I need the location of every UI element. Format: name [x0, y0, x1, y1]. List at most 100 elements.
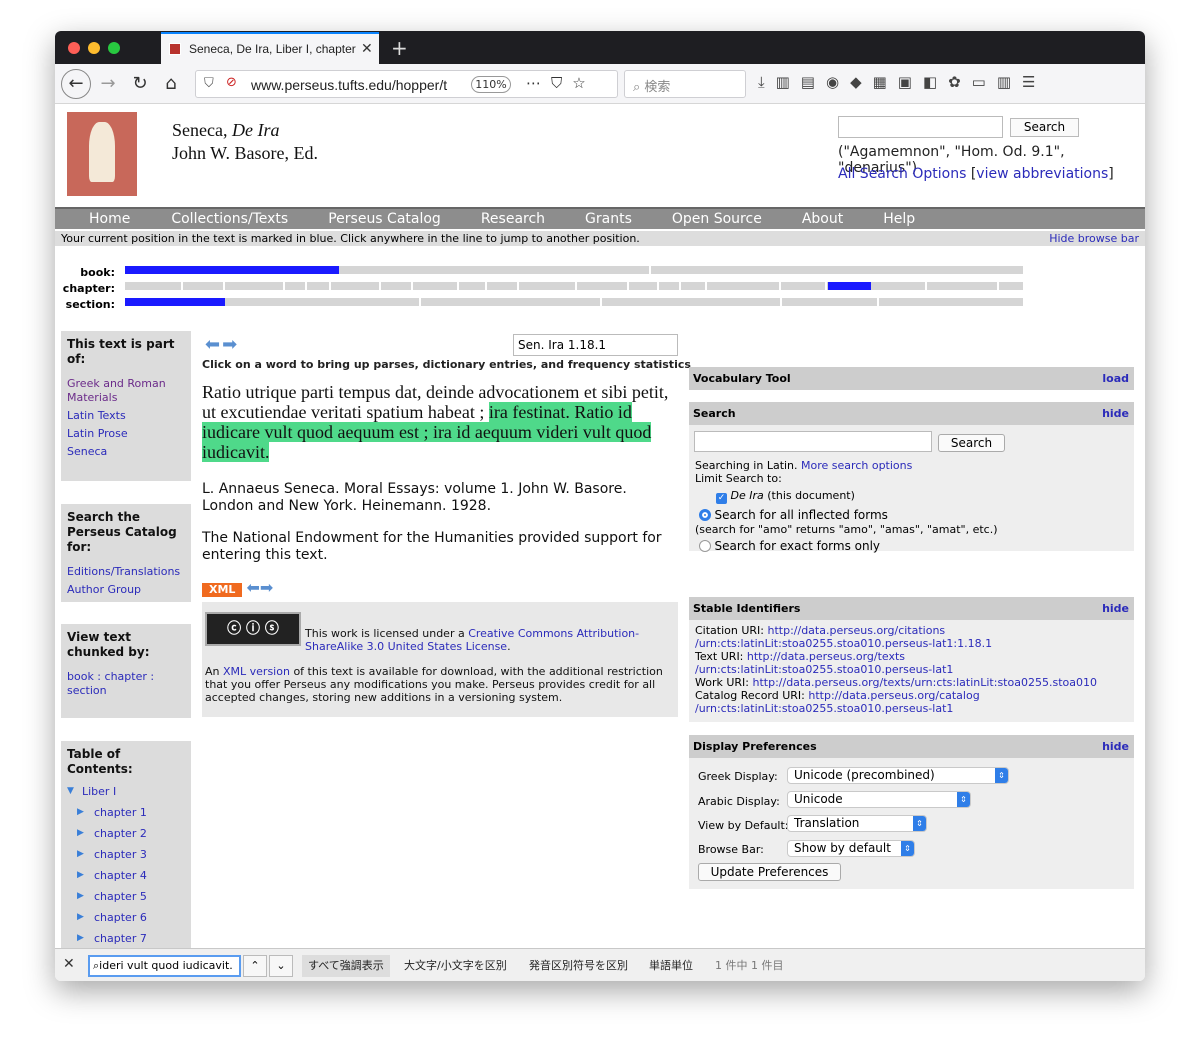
all-search-options-link[interactable]: All Search Options — [838, 166, 966, 182]
view-abbreviations-link[interactable]: view abbreviations — [976, 166, 1108, 182]
xml-download-badge[interactable]: XML — [202, 583, 243, 597]
chunk-chapter-link[interactable]: chapter — [105, 670, 147, 683]
catalog-uri-link-cont[interactable]: /urn:cts:latinLit:stoa0255.stoa010.perse… — [695, 702, 1128, 715]
toc-chapter[interactable]: ▶ chapter 1 — [67, 802, 185, 823]
chunk-section-link[interactable]: section — [67, 684, 107, 697]
insecure-lock-icon[interactable]: ⊘ — [226, 75, 237, 90]
collapsed-triangle-icon[interactable]: ▶ — [77, 928, 84, 948]
cc-by-sa-icon[interactable]: ⓒ ⓘ ⓢ — [205, 612, 301, 646]
back-arrow-icon[interactable]: ← — [61, 69, 91, 99]
citation-uri-link[interactable]: http://data.perseus.org/citations — [768, 624, 946, 637]
work-uri-link[interactable]: http://data.perseus.org/texts/urn:cts:la… — [753, 676, 1097, 689]
part-of-link[interactable]: Greek and Roman Materials — [67, 377, 185, 405]
expanded-triangle-icon[interactable]: ▼ — [67, 781, 74, 802]
radio-selected-icon[interactable] — [699, 509, 711, 521]
browse-chapter-current[interactable] — [828, 282, 871, 290]
prev-next-arrows-icon[interactable]: ⬅➡ — [246, 578, 273, 597]
perseus-logo[interactable] — [67, 112, 137, 196]
zoom-window-button[interactable] — [108, 42, 120, 54]
match-diacritics-button[interactable]: 発音区別符号を区別 — [529, 955, 628, 977]
minimize-window-button[interactable] — [88, 42, 100, 54]
citation-input[interactable]: Sen. Ira 1.18.1 — [513, 334, 678, 356]
collapsed-triangle-icon[interactable]: ▶ — [77, 907, 84, 928]
toc-book-label[interactable]: Liber I — [67, 785, 116, 798]
hide-browse-bar-link[interactable]: Hide browse bar — [1049, 231, 1139, 246]
editions-link[interactable]: Editions/Translations — [67, 565, 185, 579]
menu-grants[interactable]: Grants — [585, 209, 632, 229]
toc-chapter[interactable]: ▶ chapter 3 — [67, 844, 185, 865]
find-query[interactable]: ideri vult quod iudicavit. — [99, 959, 233, 972]
more-search-options-link[interactable]: More search options — [801, 459, 912, 472]
menu-about[interactable]: About — [802, 209, 843, 229]
match-case-button[interactable]: 大文字/小文字を区別 — [404, 955, 507, 977]
view-default-select[interactable]: Translation ⇕ — [787, 815, 927, 832]
checkbox-checked-icon[interactable]: ✓ — [716, 493, 727, 504]
browser-search-input[interactable]: ⌕ 検索 — [624, 70, 746, 98]
toc-chapter[interactable]: ▶ chapter 7 — [67, 928, 185, 948]
inflected-forms-option[interactable]: Search for all inflected forms — [699, 509, 888, 522]
menu-catalog[interactable]: Perseus Catalog — [328, 209, 441, 229]
find-close-icon[interactable]: ✕ — [63, 956, 75, 972]
word-search-input[interactable] — [694, 431, 932, 452]
site-search-button[interactable]: Search — [1010, 118, 1079, 137]
close-window-button[interactable] — [68, 42, 80, 54]
vocab-load-link[interactable]: load — [1102, 372, 1129, 385]
new-tab-icon[interactable]: + — [391, 36, 408, 60]
search-hide-link[interactable]: hide — [1102, 407, 1129, 420]
text-uri-link[interactable]: http://data.perseus.org/texts — [747, 650, 905, 663]
author-group-link[interactable]: Author Group — [67, 583, 185, 597]
collapsed-triangle-icon[interactable]: ▶ — [77, 886, 84, 907]
catalog-uri-link[interactable]: http://data.perseus.org/catalog — [808, 689, 979, 702]
zoom-level-badge[interactable]: 110% — [471, 76, 511, 93]
word-search-button[interactable]: Search — [938, 434, 1005, 452]
next-arrow-icon[interactable]: ➡ — [222, 334, 239, 355]
collapsed-triangle-icon[interactable]: ▶ — [77, 802, 84, 823]
forward-arrow-icon[interactable]: → — [95, 71, 121, 97]
page-action-icons[interactable]: ⋯⛉☆ — [526, 74, 596, 92]
xml-version-link[interactable]: XML version — [223, 665, 290, 678]
highlight-all-button[interactable]: すべて強調表示 — [302, 955, 390, 977]
active-tab[interactable]: Seneca, De Ira, Liber I, chapter ✕ — [161, 32, 379, 64]
shield-icon[interactable]: ⛉ — [204, 76, 214, 91]
reload-icon[interactable]: ↻ — [127, 71, 153, 97]
collapsed-triangle-icon[interactable]: ▶ — [77, 823, 84, 844]
toc-chapter-label[interactable]: chapter 3 — [83, 848, 147, 861]
find-previous-button[interactable]: ⌃ — [243, 955, 267, 977]
toc-chapter-label[interactable]: chapter 4 — [83, 869, 147, 882]
stable-hide-link[interactable]: hide — [1102, 602, 1129, 615]
prev-arrow-icon[interactable]: ⬅ — [205, 334, 222, 355]
part-of-link[interactable]: Seneca — [67, 445, 185, 459]
tab-close-icon[interactable]: ✕ — [361, 41, 373, 57]
toc-chapter-label[interactable]: chapter 2 — [83, 827, 147, 840]
greek-display-select[interactable]: Unicode (precombined) ⇕ — [787, 767, 1009, 784]
toc-chapter[interactable]: ▶ chapter 2 — [67, 823, 185, 844]
find-next-button[interactable]: ⌄ — [269, 955, 293, 977]
browse-chapter-bar[interactable] — [125, 282, 1023, 290]
toc-chapter-label[interactable]: chapter 7 — [83, 932, 147, 945]
browse-book-bar[interactable] — [125, 266, 1023, 274]
menu-open-source[interactable]: Open Source — [672, 209, 762, 229]
browse-book-current[interactable] — [125, 266, 339, 274]
limit-document-option[interactable]: ✓ De Ira (this document) — [716, 489, 855, 504]
toc-book[interactable]: ▼ Liber I — [67, 781, 185, 802]
menu-collections[interactable]: Collections/Texts — [171, 209, 288, 229]
toc-chapter[interactable]: ▶ chapter 6 — [67, 907, 185, 928]
menu-help[interactable]: Help — [883, 209, 915, 229]
whole-words-button[interactable]: 単語単位 — [649, 955, 693, 977]
toc-chapter-label[interactable]: chapter 5 — [83, 890, 147, 903]
menu-research[interactable]: Research — [481, 209, 545, 229]
browse-bar-select[interactable]: Show by default ⇕ — [787, 840, 915, 857]
home-icon[interactable]: ⌂ — [158, 71, 184, 97]
address-bar[interactable]: ⛉ ⊘ www.perseus.tufts.edu/hopper/t 110% … — [195, 70, 618, 98]
find-input[interactable]: ⌕ideri vult quod iudicavit. — [88, 955, 241, 977]
update-preferences-button[interactable]: Update Preferences — [698, 863, 841, 881]
collapsed-triangle-icon[interactable]: ▶ — [77, 844, 84, 865]
part-of-link[interactable]: Latin Texts — [67, 409, 185, 423]
toc-chapter-label[interactable]: chapter 1 — [83, 806, 147, 819]
exact-forms-option[interactable]: Search for exact forms only — [699, 540, 880, 553]
browse-section-bar[interactable] — [125, 298, 1023, 306]
url-text[interactable]: www.perseus.tufts.edu/hopper/t — [251, 77, 461, 93]
menu-home[interactable]: Home — [89, 209, 130, 229]
browse-section-current[interactable] — [125, 298, 225, 306]
citation-uri-link-cont[interactable]: /urn:cts:latinLit:stoa0255.stoa010.perse… — [695, 637, 1128, 650]
